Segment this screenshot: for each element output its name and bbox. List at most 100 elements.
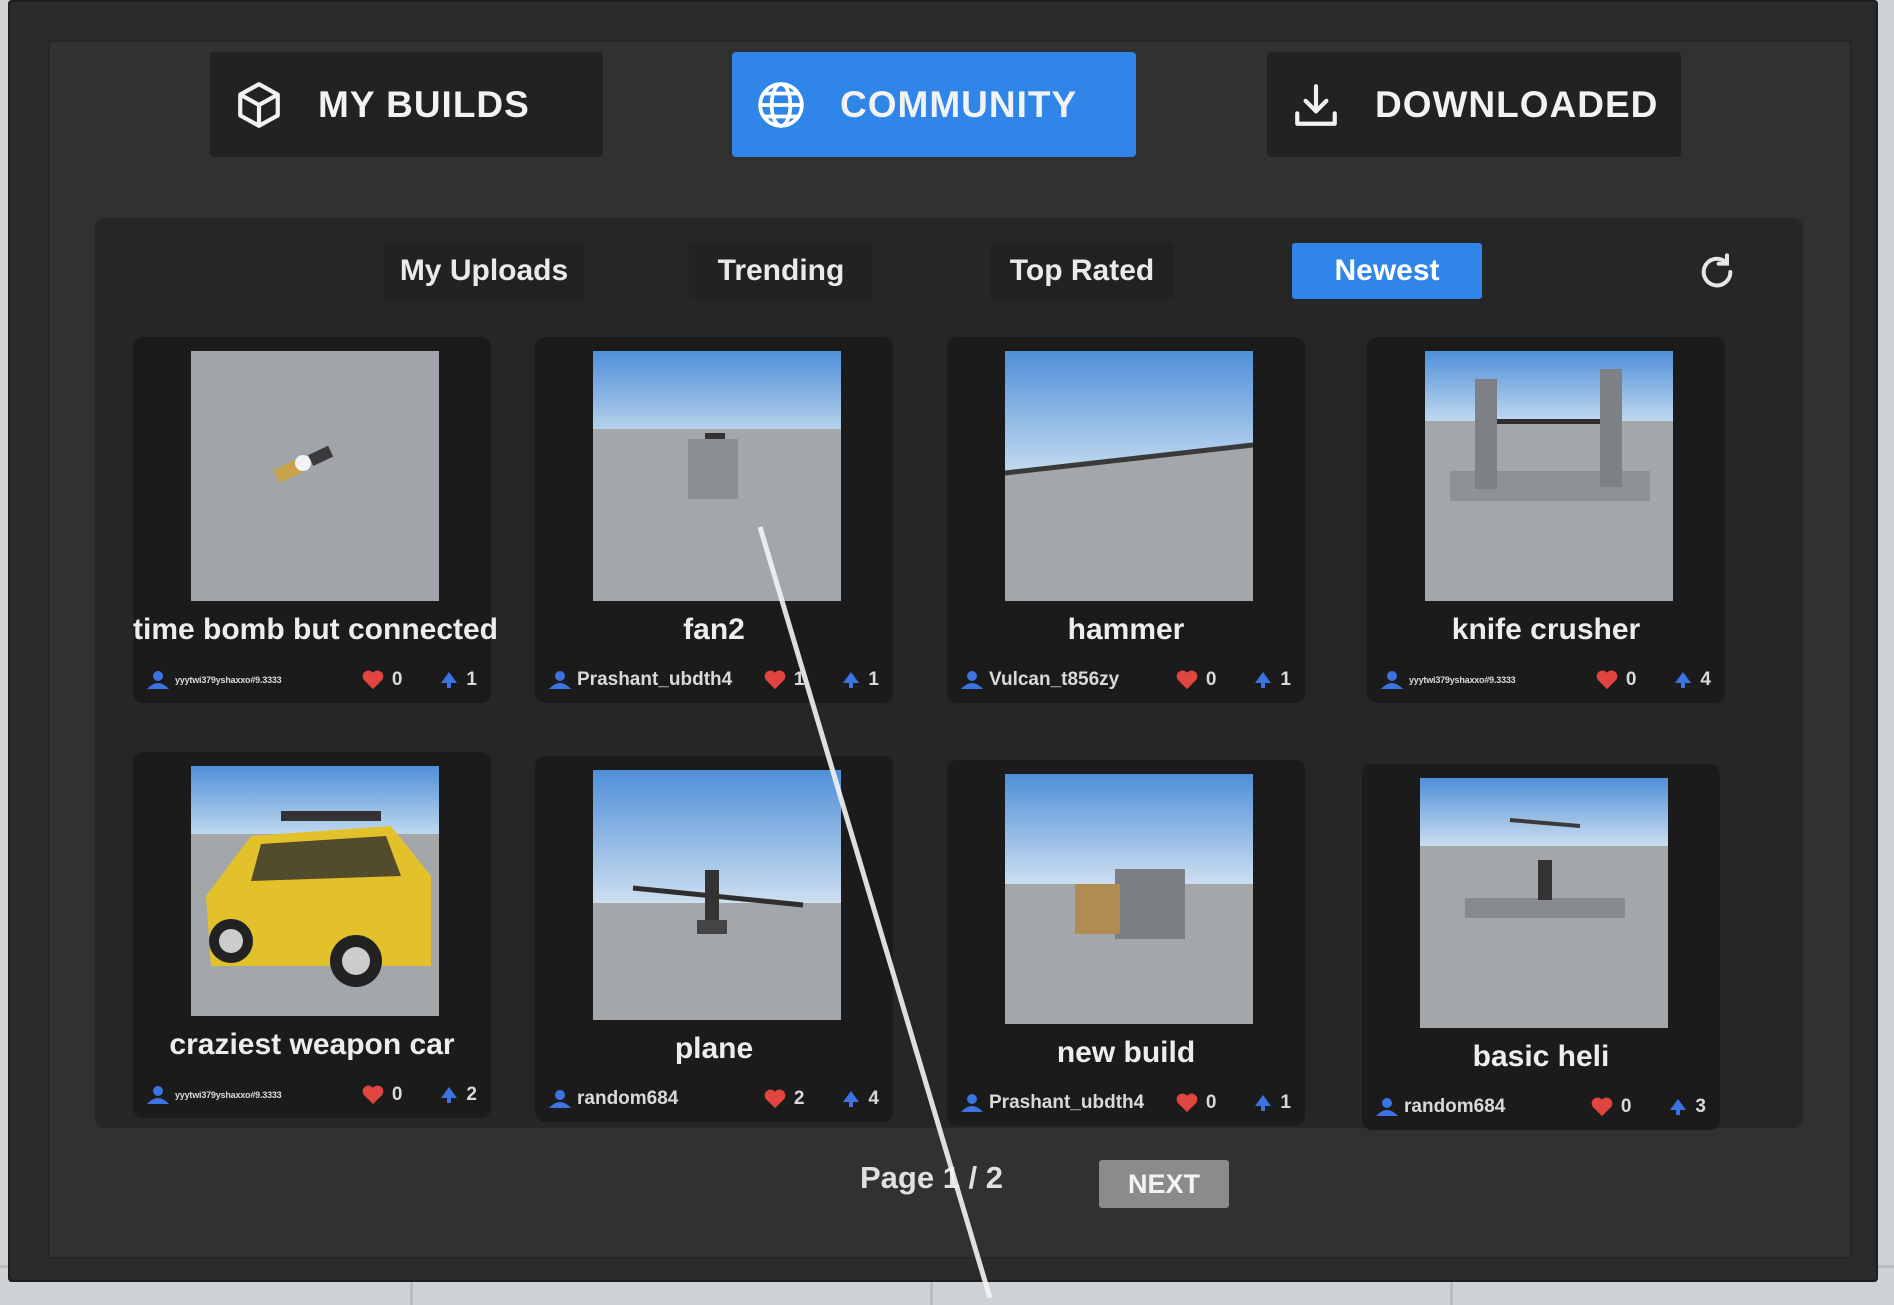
tab-my-builds-label: MY BUILDS xyxy=(318,83,530,125)
build-thumbnail xyxy=(1005,351,1253,601)
build-author: Prashant_ubdth4 xyxy=(549,669,764,691)
build-downloads: 4 xyxy=(842,1088,879,1110)
build-downloads: 2 xyxy=(440,1084,477,1106)
build-thumbnail xyxy=(191,766,439,1016)
build-likes: 2 xyxy=(764,1088,804,1110)
build-author: Vulcan_t856zy xyxy=(961,669,1176,691)
build-card[interactable]: new build Prashant_ubdth4 0 1 xyxy=(947,760,1305,1126)
user-icon xyxy=(961,1094,983,1112)
heart-icon xyxy=(362,1085,384,1105)
globe-icon xyxy=(758,81,804,128)
user-icon xyxy=(549,1090,571,1108)
build-card[interactable]: time bomb but connected yyytwi379yshaxxo… xyxy=(133,337,499,703)
build-author: random684 xyxy=(549,1088,764,1110)
build-title: fan2 xyxy=(683,613,745,646)
build-likes: 0 xyxy=(362,669,402,691)
download-count-icon xyxy=(843,1091,860,1107)
tab-downloaded-label: DOWNLOADED xyxy=(1375,83,1659,125)
build-downloads: 4 xyxy=(1674,669,1711,691)
user-icon xyxy=(147,671,169,689)
heart-icon xyxy=(764,1089,786,1109)
build-stats: yyytwi379yshaxxo#9.3333 0 1 xyxy=(147,667,477,693)
build-card[interactable]: fan2 Prashant_ubdth4 1 1 xyxy=(535,337,893,703)
build-thumbnail xyxy=(593,770,841,1020)
tab-trending[interactable]: Trending xyxy=(689,243,873,299)
download-count-icon xyxy=(1255,1095,1272,1111)
build-title: plane xyxy=(674,1032,754,1065)
tab-my-builds[interactable]: MY BUILDS xyxy=(210,52,603,157)
download-count-icon xyxy=(441,672,458,688)
build-stats: yyytwi379yshaxxo#9.3333 0 4 xyxy=(1381,667,1711,693)
build-likes: 0 xyxy=(1596,669,1636,691)
build-card[interactable]: craziest weapon car yyytwi379yshaxxo#9.3… xyxy=(133,752,491,1118)
tab-my-uploads[interactable]: My Uploads xyxy=(383,243,585,299)
heart-icon xyxy=(1176,1093,1198,1113)
build-title: basic heli xyxy=(1472,1040,1610,1073)
build-downloads: 1 xyxy=(1254,669,1291,691)
tab-my-uploads-label: My Uploads xyxy=(399,254,569,287)
build-stats: Vulcan_t856zy 0 1 xyxy=(961,667,1291,693)
download-count-icon xyxy=(1670,1099,1687,1115)
refresh-button[interactable] xyxy=(1695,250,1739,294)
build-card[interactable]: hammer Vulcan_t856zy 0 1 xyxy=(947,337,1305,703)
build-downloads: 1 xyxy=(1254,1092,1291,1114)
user-icon xyxy=(1381,671,1403,689)
build-thumbnail xyxy=(593,351,841,601)
download-count-icon xyxy=(843,672,860,688)
build-downloads: 1 xyxy=(842,669,879,691)
build-likes: 1 xyxy=(764,669,804,691)
build-author: random684 xyxy=(1376,1096,1591,1118)
heart-icon xyxy=(1591,1097,1613,1117)
build-card[interactable]: knife crusher yyytwi379yshaxxo#9.3333 0 … xyxy=(1367,337,1725,703)
build-author: Prashant_ubdth4 xyxy=(961,1092,1176,1114)
download-count-icon xyxy=(1255,672,1272,688)
build-author: yyytwi379yshaxxo#9.3333 xyxy=(147,1086,362,1104)
tab-top-rated-label: Top Rated xyxy=(1009,254,1155,287)
heart-icon xyxy=(764,670,786,690)
page-indicator: Page 1 / 2 xyxy=(860,1160,1004,1195)
build-title: knife crusher xyxy=(1451,613,1641,646)
tab-top-rated[interactable]: Top Rated xyxy=(990,243,1174,299)
user-icon xyxy=(961,671,983,689)
user-icon xyxy=(1376,1098,1398,1116)
download-icon xyxy=(1295,83,1337,126)
build-downloads: 1 xyxy=(440,669,477,691)
build-title: craziest weapon car xyxy=(169,1028,455,1061)
build-thumbnail xyxy=(1420,778,1668,1028)
build-likes: 0 xyxy=(1591,1096,1631,1118)
tab-newest[interactable]: Newest xyxy=(1292,243,1482,299)
build-likes: 0 xyxy=(362,1084,402,1106)
tab-newest-label: Newest xyxy=(1334,254,1440,287)
heart-icon xyxy=(362,670,384,690)
build-thumbnail xyxy=(1425,351,1673,601)
build-card[interactable]: plane random684 2 4 xyxy=(535,756,893,1122)
download-count-icon xyxy=(441,1087,458,1103)
build-stats: random684 2 4 xyxy=(549,1086,879,1112)
build-downloads: 3 xyxy=(1669,1096,1706,1118)
build-likes: 0 xyxy=(1176,669,1216,691)
next-page-button[interactable]: NEXT xyxy=(1099,1160,1229,1208)
tab-trending-label: Trending xyxy=(717,254,845,287)
refresh-icon xyxy=(1701,253,1733,288)
tab-downloaded[interactable]: DOWNLOADED xyxy=(1267,52,1681,157)
build-stats: Prashant_ubdth4 1 1 xyxy=(549,667,879,693)
build-title: hammer xyxy=(1067,613,1185,646)
build-title: new build xyxy=(1056,1036,1196,1069)
build-stats: random684 0 3 xyxy=(1376,1094,1706,1120)
build-card[interactable]: basic heli random684 0 3 xyxy=(1362,764,1720,1130)
next-page-label: NEXT xyxy=(1127,1168,1200,1199)
tab-community[interactable]: COMMUNITY xyxy=(732,52,1136,157)
user-icon xyxy=(147,1086,169,1104)
user-icon xyxy=(549,671,571,689)
tab-community-label: COMMUNITY xyxy=(840,83,1078,125)
build-thumbnail xyxy=(1005,774,1253,1024)
heart-icon xyxy=(1176,670,1198,690)
download-count-icon xyxy=(1675,672,1692,688)
cube-icon xyxy=(238,81,280,128)
build-likes: 0 xyxy=(1176,1092,1216,1114)
build-author: yyytwi379yshaxxo#9.3333 xyxy=(1381,671,1596,689)
build-title: time bomb but connected xyxy=(133,613,499,646)
build-thumbnail xyxy=(191,351,439,601)
build-stats: yyytwi379yshaxxo#9.3333 0 2 xyxy=(147,1082,477,1108)
build-stats: Prashant_ubdth4 0 1 xyxy=(961,1090,1291,1116)
